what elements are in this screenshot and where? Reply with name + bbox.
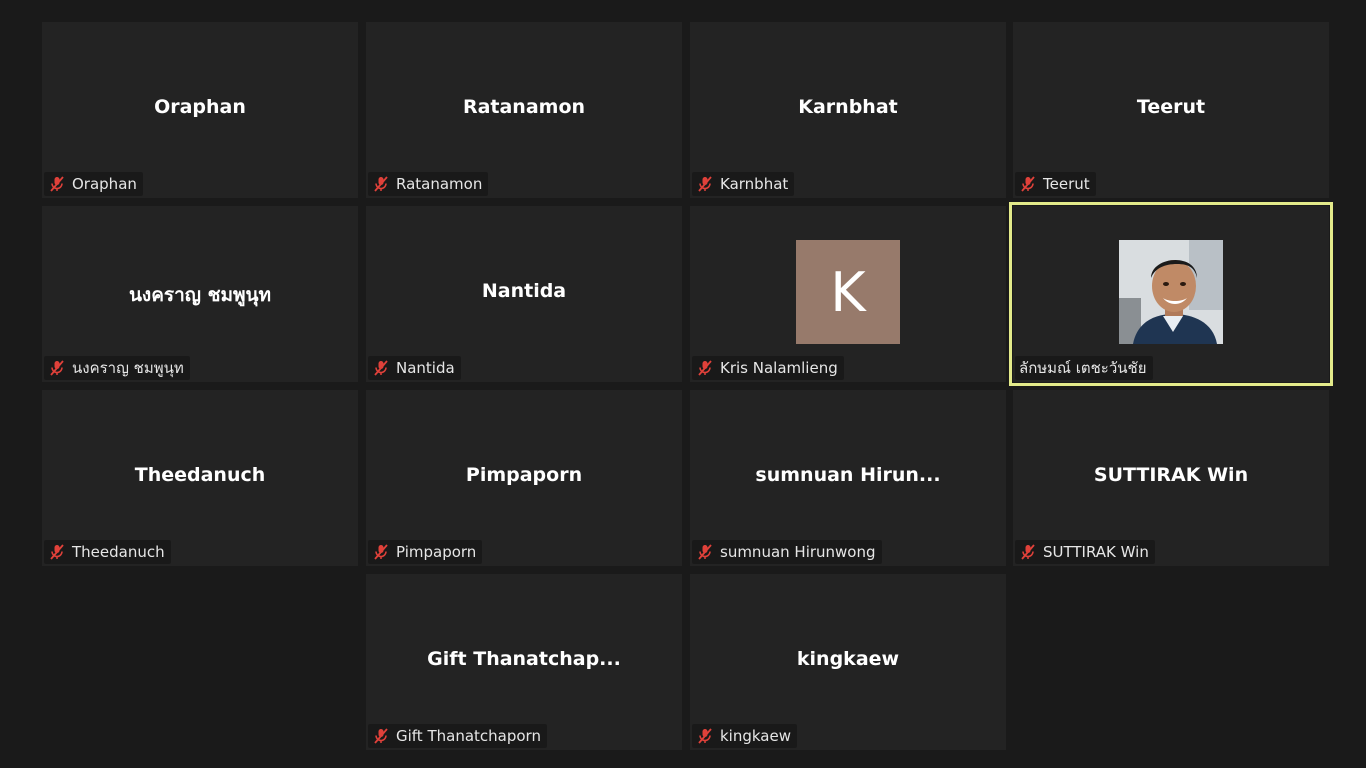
participant-tile-active-speaker[interactable]: ลักษมณ์ เตชะวันชัย	[1009, 202, 1333, 386]
participant-tile[interactable]: นงคราญ ชมพูนุท นงคราญ ชมพูนุท	[42, 206, 358, 382]
participant-tile[interactable]: Teerut Teerut	[1013, 22, 1329, 198]
participant-display-name: Theedanuch	[134, 464, 266, 486]
participant-display-name: Nantida	[481, 280, 567, 302]
mic-muted-icon	[698, 544, 712, 560]
mic-muted-icon	[1021, 544, 1035, 560]
mic-muted-icon	[1021, 176, 1035, 192]
participant-name-label: Theedanuch	[72, 543, 165, 561]
participant-display-name: sumnuan Hirun...	[755, 464, 941, 486]
participant-name-label: ลักษมณ์ เตชะวันชัย	[1019, 359, 1147, 377]
participant-tile[interactable]: SUTTIRAK Win SUTTIRAK Win	[1013, 390, 1329, 566]
participant-display-name: SUTTIRAK Win	[1093, 464, 1249, 486]
participant-nameplate: Gift Thanatchaporn	[368, 724, 547, 748]
participant-tile[interactable]: Karnbhat Karnbhat	[690, 22, 1006, 198]
mic-muted-icon	[374, 176, 388, 192]
participant-name-label: Nantida	[396, 359, 455, 377]
mic-muted-icon	[50, 544, 64, 560]
participant-name-label: Teerut	[1043, 175, 1090, 193]
mic-muted-icon	[50, 360, 64, 376]
participant-tile[interactable]: kingkaew kingkaew	[690, 574, 1006, 750]
participant-name-label: นงคราญ ชมพูนุท	[72, 359, 184, 377]
participant-nameplate: ลักษมณ์ เตชะวันชัย	[1015, 356, 1153, 380]
participant-display-name: นงคราญ ชมพูนุท	[128, 284, 272, 306]
participant-name-label: Kris Nalamlieng	[720, 359, 838, 377]
participant-nameplate: Teerut	[1015, 172, 1096, 196]
participant-display-name: Teerut	[1136, 96, 1206, 118]
profile-photo	[1119, 240, 1223, 344]
participant-tile[interactable]: Nantida Nantida	[366, 206, 682, 382]
mic-muted-icon	[374, 360, 388, 376]
participant-name-label: Oraphan	[72, 175, 137, 193]
participant-display-name: Gift Thanatchap...	[427, 648, 621, 670]
mic-muted-icon	[698, 176, 712, 192]
participant-display-name: Oraphan	[154, 96, 246, 118]
participant-nameplate: Kris Nalamlieng	[692, 356, 844, 380]
participant-name-label: Ratanamon	[396, 175, 483, 193]
participant-tile[interactable]: Oraphan Oraphan	[42, 22, 358, 198]
mic-muted-icon	[698, 728, 712, 744]
participant-tile[interactable]: Gift Thanatchap... Gift Thanatchaporn	[366, 574, 682, 750]
avatar	[1119, 240, 1223, 344]
mic-muted-icon	[374, 728, 388, 744]
participant-name-label: SUTTIRAK Win	[1043, 543, 1149, 561]
participant-name-label: Gift Thanatchaporn	[396, 727, 541, 745]
participant-name-label: sumnuan Hirunwong	[720, 543, 876, 561]
participant-display-name: Ratanamon	[462, 96, 586, 118]
participant-nameplate: Oraphan	[44, 172, 143, 196]
participant-name-label: Karnbhat	[720, 175, 789, 193]
participant-display-name: Karnbhat	[798, 96, 898, 118]
participant-nameplate: kingkaew	[692, 724, 797, 748]
participant-nameplate: นงคราญ ชมพูนุท	[44, 356, 190, 380]
participant-nameplate: Nantida	[368, 356, 461, 380]
participant-nameplate: SUTTIRAK Win	[1015, 540, 1155, 564]
participant-gallery: Oraphan Oraphan Ratanamon Ratanamon Karn…	[0, 0, 1366, 768]
participant-nameplate: Theedanuch	[44, 540, 171, 564]
participant-display-name: Pimpaporn	[465, 464, 583, 486]
participant-nameplate: Ratanamon	[368, 172, 489, 196]
participant-tile[interactable]: Theedanuch Theedanuch	[42, 390, 358, 566]
participant-nameplate: sumnuan Hirunwong	[692, 540, 882, 564]
avatar: K	[796, 240, 900, 344]
participant-tile[interactable]: K Kris Nalamlieng	[690, 206, 1006, 382]
mic-muted-icon	[698, 360, 712, 376]
participant-name-label: Pimpaporn	[396, 543, 477, 561]
participant-tile[interactable]: Pimpaporn Pimpaporn	[366, 390, 682, 566]
participant-name-label: kingkaew	[720, 727, 791, 745]
participant-tile[interactable]: Ratanamon Ratanamon	[366, 22, 682, 198]
participant-nameplate: Pimpaporn	[368, 540, 483, 564]
participant-tile[interactable]: sumnuan Hirun... sumnuan Hirunwong	[690, 390, 1006, 566]
participant-display-name: kingkaew	[796, 648, 900, 670]
mic-muted-icon	[374, 544, 388, 560]
participant-nameplate: Karnbhat	[692, 172, 795, 196]
mic-muted-icon	[50, 176, 64, 192]
